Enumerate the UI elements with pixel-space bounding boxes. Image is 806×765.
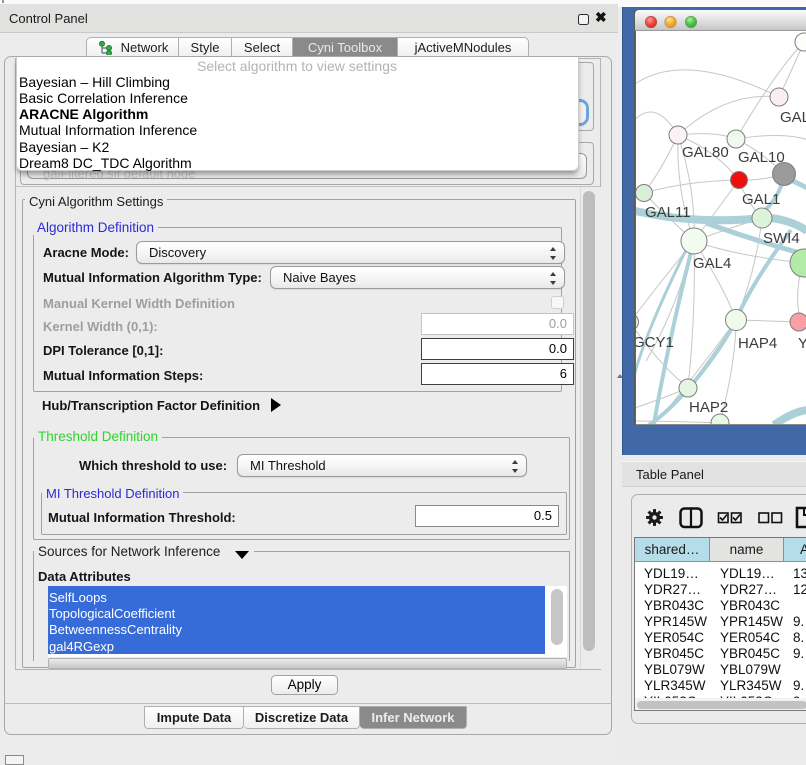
- svg-text:GAL2: GAL2: [780, 109, 806, 126]
- svg-text:GAL11: GAL11: [645, 204, 691, 221]
- svg-text:GCY1: GCY1: [636, 334, 674, 351]
- svg-text:GAL80: GAL80: [682, 144, 729, 161]
- svg-text:GAL10: GAL10: [738, 149, 785, 166]
- svg-text:YJ: YJ: [798, 335, 806, 352]
- svg-text:GAL1: GAL1: [742, 191, 780, 208]
- svg-text:HAP2: HAP2: [689, 399, 728, 416]
- svg-text:HAP4: HAP4: [738, 335, 777, 352]
- svg-text:GAL4: GAL4: [693, 255, 731, 272]
- svg-text:SWI4: SWI4: [763, 230, 800, 247]
